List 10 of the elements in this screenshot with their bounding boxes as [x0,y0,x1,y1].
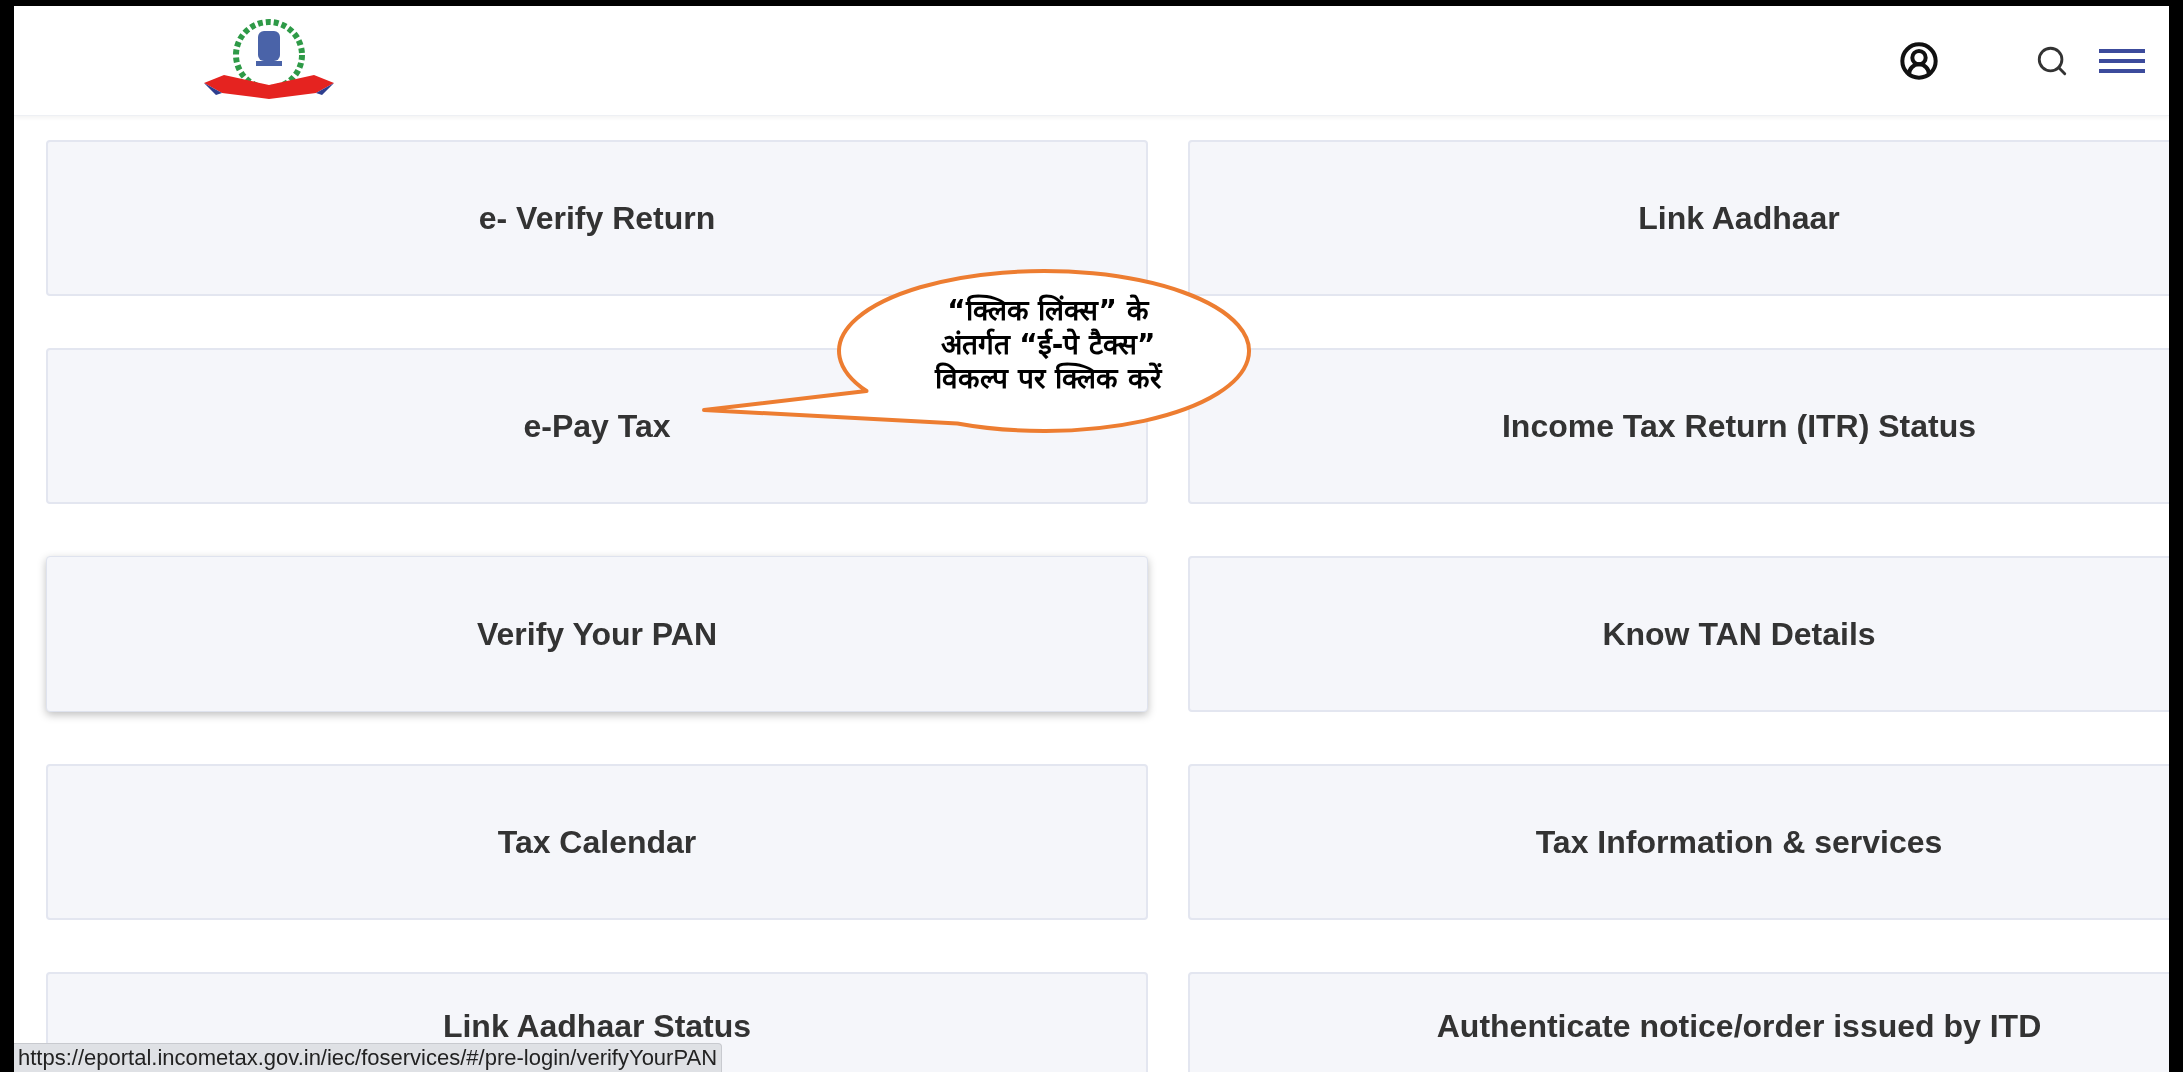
quick-link-card[interactable]: Link Aadhaar [1188,140,2169,296]
menu-icon[interactable] [2099,46,2145,75]
quick-link-card[interactable]: Tax Information & services [1188,764,2169,920]
user-profile-icon[interactable] [1899,40,1939,81]
quick-link-card[interactable]: Know TAN Details [1188,556,2169,712]
quick-link-card[interactable]: Authenticate notice/order issued by ITD [1188,972,2169,1072]
url-status-tooltip: https://eportal.incometax.gov.in/iec/foservices/#/pre-login/verifyYourPAN [14,1043,723,1072]
quick-link-card[interactable]: Tax Calendar [46,764,1148,920]
quick-link-card[interactable]: Income Tax Return (ITR) Status [1188,348,2169,504]
quick-link-card[interactable]: Verify Your PAN [46,556,1148,712]
